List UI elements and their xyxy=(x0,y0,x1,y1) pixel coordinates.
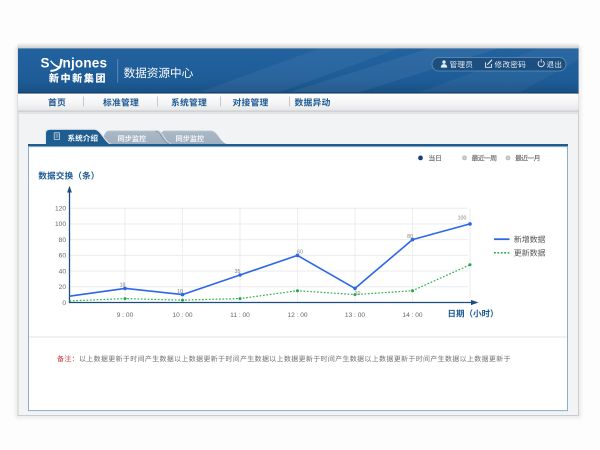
svg-text:9 : 00: 9 : 00 xyxy=(117,312,134,319)
svg-text:S: S xyxy=(41,56,50,71)
svg-text:80: 80 xyxy=(59,237,67,244)
svg-text:10 : 00: 10 : 00 xyxy=(172,312,192,319)
svg-text:35: 35 xyxy=(235,269,241,275)
svg-text:10: 10 xyxy=(355,291,361,297)
svg-text:14 : 00: 14 : 00 xyxy=(402,312,422,319)
svg-text:njones: njones xyxy=(63,56,108,71)
svg-text:80: 80 xyxy=(407,234,413,240)
svg-text:13 : 00: 13 : 00 xyxy=(345,312,365,319)
svg-text:100: 100 xyxy=(55,221,66,228)
svg-text:18: 18 xyxy=(120,283,126,289)
svg-text:12 : 00: 12 : 00 xyxy=(287,312,307,319)
svg-text:60: 60 xyxy=(59,253,67,260)
svg-text:11 : 00: 11 : 00 xyxy=(230,312,250,319)
svg-text:40: 40 xyxy=(59,268,67,275)
svg-text:10: 10 xyxy=(177,289,183,295)
svg-text:60: 60 xyxy=(297,250,303,256)
svg-text:0: 0 xyxy=(62,300,66,307)
svg-text:100: 100 xyxy=(458,216,467,222)
svg-text:20: 20 xyxy=(59,284,67,291)
svg-text:120: 120 xyxy=(55,206,66,213)
